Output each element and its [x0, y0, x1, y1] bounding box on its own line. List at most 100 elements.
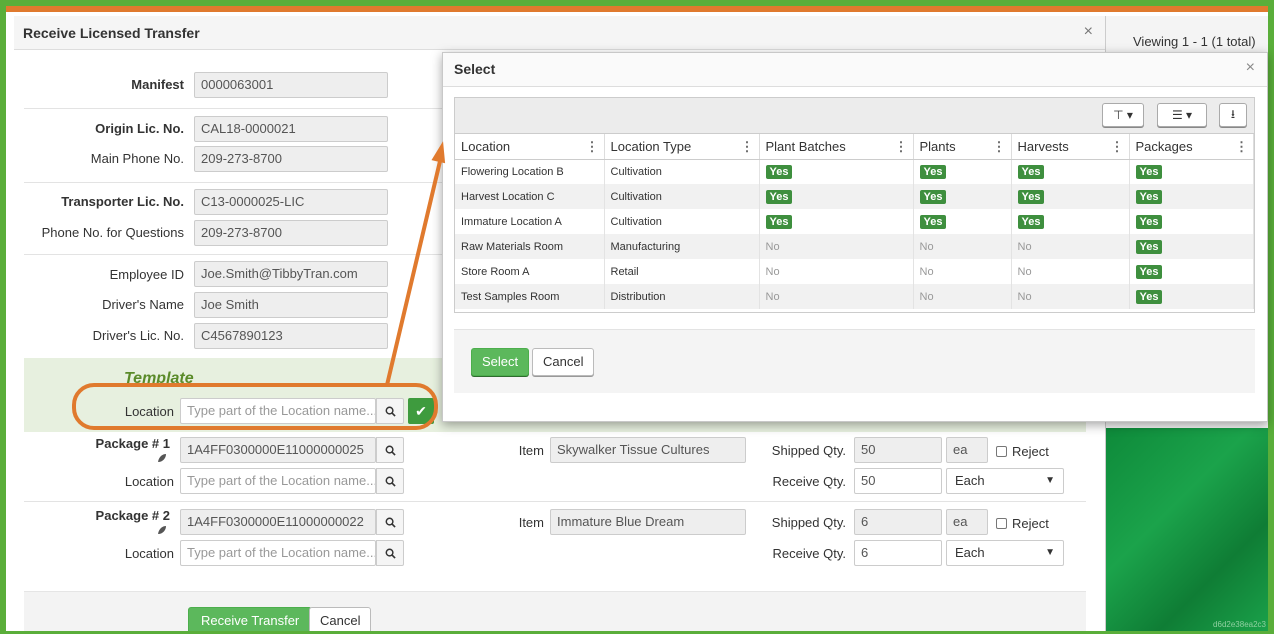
- top-accent-strip: [6, 6, 1268, 12]
- package-2-receive-unit-select[interactable]: Each ▼: [946, 540, 1064, 566]
- modal-cancel-button[interactable]: Cancel: [532, 348, 595, 376]
- leaf-icon: [158, 454, 166, 462]
- package-2-label: Package # 2: [95, 508, 170, 523]
- table-row[interactable]: Test Samples Room Distribution No No No Yes: [455, 284, 1254, 309]
- package-2-receive-qty[interactable]: 6: [854, 540, 942, 566]
- column-header[interactable]: Plants ⋮: [913, 134, 1012, 160]
- cell-text: Test Samples Room: [461, 290, 560, 303]
- dialog-close-icon[interactable]: ×: [1084, 23, 1093, 41]
- package-1-item-field: Skywalker Tissue Cultures: [550, 437, 746, 463]
- cancel-button[interactable]: Cancel: [309, 607, 372, 631]
- dialog-title: Receive Licensed Transfer: [23, 25, 200, 41]
- employee-id-label: Employee ID: [109, 267, 184, 282]
- select-location-modal: Select × ⊤ ▾ ☰ ▾ ⭳ Location ⋮ Location Ty…: [442, 52, 1268, 422]
- package-2-location-input[interactable]: Type part of the Location name...: [180, 540, 376, 566]
- search-icon[interactable]: [376, 437, 404, 463]
- package-2-receive-label: Receive Qty.: [772, 546, 846, 561]
- package-1-receive-unit-select[interactable]: Each ▼: [946, 468, 1064, 494]
- grid-toolbar: ⊤ ▾ ☰ ▾ ⭳: [455, 98, 1254, 134]
- table-cell: Manufacturing: [604, 234, 760, 259]
- divider: [24, 501, 1086, 502]
- column-header[interactable]: Location ⋮: [455, 134, 605, 160]
- reject-checkbox[interactable]: [996, 446, 1007, 457]
- cell-text: Flowering Location B: [461, 165, 564, 178]
- yes-badge: Yes: [765, 189, 793, 204]
- table-cell: Flowering Location B: [455, 159, 605, 184]
- no-text: No: [919, 240, 934, 253]
- yes-badge: Yes: [1017, 214, 1045, 229]
- download-icon[interactable]: ⭳: [1219, 103, 1247, 127]
- driver-name-label: Driver's Name: [102, 297, 184, 312]
- columns-menu-icon[interactable]: ☰ ▾: [1157, 103, 1207, 127]
- search-icon[interactable]: [376, 540, 404, 566]
- filter-icon[interactable]: ⊤ ▾: [1102, 103, 1144, 127]
- apply-template-check-icon[interactable]: ✔: [408, 398, 434, 424]
- yes-badge: Yes: [1135, 239, 1163, 254]
- table-row[interactable]: Harvest Location C Cultivation Yes Yes Yes Ye…: [455, 184, 1254, 209]
- viewing-count: Viewing 1 - 1 (1 total): [1133, 34, 1256, 49]
- yes-badge: Yes: [1135, 164, 1163, 179]
- yes-badge: Yes: [919, 189, 947, 204]
- package-1-label: Package # 1: [95, 436, 170, 451]
- package-1-receive-qty[interactable]: 50: [854, 468, 942, 494]
- receive-transfer-button[interactable]: Receive Transfer: [188, 607, 313, 631]
- modal-close-icon[interactable]: ×: [1246, 59, 1255, 77]
- package-1-shipped-unit: ea: [946, 437, 988, 463]
- column-header[interactable]: Location Type ⋮: [604, 134, 760, 160]
- driver-lic-label: Driver's Lic. No.: [92, 328, 184, 343]
- search-icon[interactable]: [376, 468, 404, 494]
- table-cell: Retail: [604, 259, 760, 284]
- reject-checkbox[interactable]: [996, 518, 1007, 529]
- search-icon[interactable]: [376, 509, 404, 535]
- package-1-reject[interactable]: Reject: [996, 444, 1049, 459]
- employee-id-field: Joe.Smith@TibbyTran.com: [194, 261, 388, 287]
- package-2-reject[interactable]: Reject: [996, 516, 1049, 531]
- hash-text: d6d2e38ea2c3: [1213, 620, 1266, 629]
- search-icon[interactable]: [376, 398, 404, 424]
- package-1-shipped-label: Shipped Qty.: [771, 443, 846, 458]
- reject-label: Reject: [1012, 516, 1049, 531]
- no-text: No: [1017, 240, 1032, 253]
- no-text: No: [765, 265, 780, 278]
- column-header[interactable]: Harvests ⋮: [1011, 134, 1130, 160]
- origin-lic-field: CAL18-0000021: [194, 116, 388, 142]
- package-1-item-label: Item: [518, 443, 544, 458]
- cell-text: Retail: [610, 265, 639, 278]
- table-row[interactable]: Store Room A Retail No No No Yes: [455, 259, 1254, 284]
- modal-footer: Select Cancel: [454, 329, 1255, 393]
- package-1-location-input[interactable]: Type part of the Location name...: [180, 468, 376, 494]
- table-cell: Yes: [1011, 159, 1130, 184]
- table-cell: No: [759, 284, 914, 309]
- table-cell: Yes: [1129, 284, 1254, 309]
- table-cell: Yes: [1129, 159, 1254, 184]
- select-button[interactable]: Select: [471, 348, 530, 376]
- driver-lic-field: C4567890123: [194, 323, 388, 349]
- table-row[interactable]: Raw Materials Room Manufacturing No No No Yes: [455, 234, 1254, 259]
- table-cell: No: [1011, 284, 1130, 309]
- table-cell: No: [913, 234, 1012, 259]
- no-text: No: [765, 290, 780, 303]
- manifest-field: 0000063001: [194, 72, 388, 98]
- template-location-label: Location: [124, 404, 174, 419]
- cell-text: Cultivation: [610, 215, 662, 228]
- table-cell: Yes: [759, 159, 914, 184]
- yes-badge: Yes: [765, 214, 793, 229]
- yes-badge: Yes: [765, 164, 793, 179]
- package-1-tag-field: 1A4FF0300000E11000000025: [180, 437, 376, 463]
- select-value: Each: [955, 473, 985, 488]
- phone-questions-label: Phone No. for Questions: [41, 225, 184, 240]
- table-cell: Yes: [1129, 184, 1254, 209]
- transporter-lic-label: Transporter Lic. No.: [61, 194, 184, 209]
- table-cell: Immature Location A: [455, 209, 605, 234]
- table-row[interactable]: Immature Location A Cultivation Yes Yes Yes Y…: [455, 209, 1254, 234]
- table-row[interactable]: Flowering Location B Cultivation Yes Yes Yes…: [455, 159, 1254, 184]
- cell-text: Cultivation: [610, 190, 662, 203]
- column-header[interactable]: Plant Batches ⋮: [759, 134, 914, 160]
- yes-badge: Yes: [1135, 189, 1163, 204]
- template-location-input[interactable]: Type part of the Location name...: [180, 398, 376, 424]
- dialog-footer: [24, 591, 1086, 631]
- yes-badge: Yes: [1135, 289, 1163, 304]
- package-2-shipped-qty: 6: [854, 509, 942, 535]
- column-header[interactable]: Packages ⋮: [1129, 134, 1254, 160]
- table-cell: No: [759, 234, 914, 259]
